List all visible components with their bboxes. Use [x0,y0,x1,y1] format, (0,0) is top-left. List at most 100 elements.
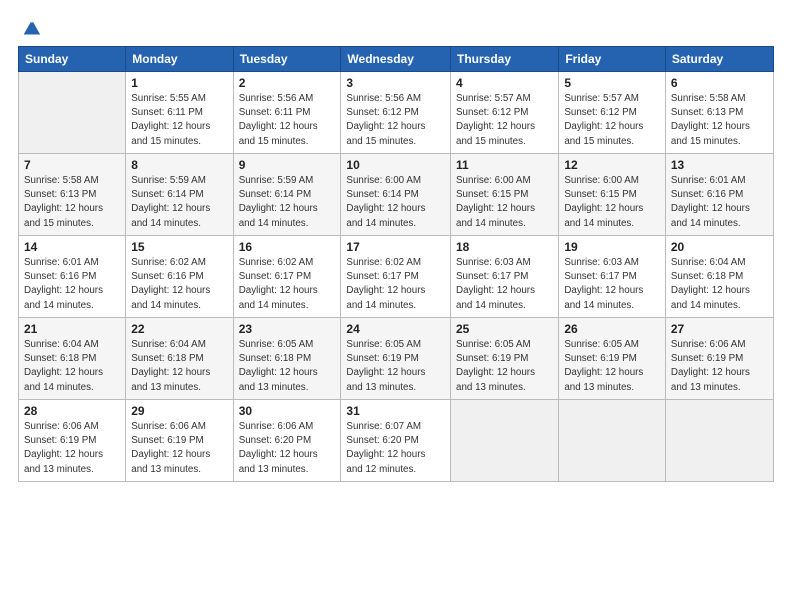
day-info-27: Sunrise: 6:06 AM Sunset: 6:19 PM Dayligh… [671,338,768,395]
day-number-16: 16 [239,240,336,254]
day-info-6: Sunrise: 5:58 AM Sunset: 6:13 PM Dayligh… [671,92,768,149]
day-info-12: Sunrise: 6:00 AM Sunset: 6:15 PM Dayligh… [564,174,660,231]
cell-w0-d4: 4 Sunrise: 5:57 AM Sunset: 6:12 PM Daylig… [451,72,559,154]
cell-w2-d4: 18 Sunrise: 6:03 AM Sunset: 6:17 PM Dayli… [451,236,559,318]
day-number-11: 11 [456,158,553,172]
day-number-24: 24 [346,322,445,336]
header-wednesday: Wednesday [341,47,451,72]
week-row-4: 28 Sunrise: 6:06 AM Sunset: 6:19 PM Dayli… [19,400,774,482]
day-number-18: 18 [456,240,553,254]
week-row-2: 14 Sunrise: 6:01 AM Sunset: 6:16 PM Dayli… [19,236,774,318]
day-info-21: Sunrise: 6:04 AM Sunset: 6:18 PM Dayligh… [24,338,120,395]
cell-w0-d5: 5 Sunrise: 5:57 AM Sunset: 6:12 PM Daylig… [559,72,666,154]
day-number-25: 25 [456,322,553,336]
cell-w1-d0: 7 Sunrise: 5:58 AM Sunset: 6:13 PM Daylig… [19,154,126,236]
day-info-9: Sunrise: 5:59 AM Sunset: 6:14 PM Dayligh… [239,174,336,231]
day-info-5: Sunrise: 5:57 AM Sunset: 6:12 PM Dayligh… [564,92,660,149]
day-info-7: Sunrise: 5:58 AM Sunset: 6:13 PM Dayligh… [24,174,120,231]
cell-w4-d6 [665,400,773,482]
day-number-10: 10 [346,158,445,172]
cell-w0-d6: 6Sunrise: 5:58 AM Sunset: 6:13 PM Daylig… [665,72,773,154]
day-number-31: 31 [346,404,445,418]
week-row-0: 1 Sunrise: 5:55 AM Sunset: 6:11 PM Daylig… [19,72,774,154]
day-info-22: Sunrise: 6:04 AM Sunset: 6:18 PM Dayligh… [131,338,227,395]
cell-w1-d2: 9 Sunrise: 5:59 AM Sunset: 6:14 PM Daylig… [233,154,341,236]
day-number-5: 5 [564,76,660,90]
calendar-table: Sunday Monday Tuesday Wednesday Thursday… [18,46,774,482]
cell-w2-d5: 19Sunrise: 6:03 AM Sunset: 6:17 PM Dayli… [559,236,666,318]
day-number-13: 13 [671,158,768,172]
cell-w4-d0: 28 Sunrise: 6:06 AM Sunset: 6:19 PM Dayli… [19,400,126,482]
day-info-16: Sunrise: 6:02 AM Sunset: 6:17 PM Dayligh… [239,256,336,313]
day-info-29: Sunrise: 6:06 AM Sunset: 6:19 PM Dayligh… [131,420,227,477]
day-number-29: 29 [131,404,227,418]
cell-w0-d3: 3Sunrise: 5:56 AM Sunset: 6:12 PM Daylig… [341,72,451,154]
day-info-4: Sunrise: 5:57 AM Sunset: 6:12 PM Dayligh… [456,92,553,149]
day-number-15: 15 [131,240,227,254]
day-info-25: Sunrise: 6:05 AM Sunset: 6:19 PM Dayligh… [456,338,553,395]
day-info-28: Sunrise: 6:06 AM Sunset: 6:19 PM Dayligh… [24,420,120,477]
cell-w3-d2: 23 Sunrise: 6:05 AM Sunset: 6:18 PM Dayli… [233,318,341,400]
cell-w2-d1: 15Sunrise: 6:02 AM Sunset: 6:16 PM Dayli… [126,236,233,318]
cell-w0-d2: 2Sunrise: 5:56 AM Sunset: 6:11 PM Daylig… [233,72,341,154]
header-friday: Friday [559,47,666,72]
page: Sunday Monday Tuesday Wednesday Thursday… [0,0,792,612]
week-row-3: 21 Sunrise: 6:04 AM Sunset: 6:18 PM Dayli… [19,318,774,400]
cell-w3-d3: 24Sunrise: 6:05 AM Sunset: 6:19 PM Dayli… [341,318,451,400]
day-number-17: 17 [346,240,445,254]
day-number-14: 14 [24,240,120,254]
cell-w1-d5: 12 Sunrise: 6:00 AM Sunset: 6:15 PM Dayli… [559,154,666,236]
day-info-20: Sunrise: 6:04 AM Sunset: 6:18 PM Dayligh… [671,256,768,313]
day-info-11: Sunrise: 6:00 AM Sunset: 6:15 PM Dayligh… [456,174,553,231]
day-info-23: Sunrise: 6:05 AM Sunset: 6:18 PM Dayligh… [239,338,336,395]
logo [18,18,42,36]
day-number-23: 23 [239,322,336,336]
day-info-14: Sunrise: 6:01 AM Sunset: 6:16 PM Dayligh… [24,256,120,313]
day-info-13: Sunrise: 6:01 AM Sunset: 6:16 PM Dayligh… [671,174,768,231]
week-row-1: 7 Sunrise: 5:58 AM Sunset: 6:13 PM Daylig… [19,154,774,236]
cell-w4-d1: 29 Sunrise: 6:06 AM Sunset: 6:19 PM Dayli… [126,400,233,482]
day-info-2: Sunrise: 5:56 AM Sunset: 6:11 PM Dayligh… [239,92,336,149]
header [18,18,774,36]
day-number-7: 7 [24,158,120,172]
day-number-4: 4 [456,76,553,90]
day-number-20: 20 [671,240,768,254]
cell-w2-d6: 20 Sunrise: 6:04 AM Sunset: 6:18 PM Dayli… [665,236,773,318]
day-info-10: Sunrise: 6:00 AM Sunset: 6:14 PM Dayligh… [346,174,445,231]
day-info-26: Sunrise: 6:05 AM Sunset: 6:19 PM Dayligh… [564,338,660,395]
weekday-header-row: Sunday Monday Tuesday Wednesday Thursday… [19,47,774,72]
day-number-27: 27 [671,322,768,336]
cell-w4-d4 [451,400,559,482]
day-info-19: Sunrise: 6:03 AM Sunset: 6:17 PM Dayligh… [564,256,660,313]
cell-w4-d3: 31 Sunrise: 6:07 AM Sunset: 6:20 PM Dayli… [341,400,451,482]
cell-w4-d5 [559,400,666,482]
day-number-22: 22 [131,322,227,336]
day-info-31: Sunrise: 6:07 AM Sunset: 6:20 PM Dayligh… [346,420,445,477]
day-info-1: Sunrise: 5:55 AM Sunset: 6:11 PM Dayligh… [131,92,227,149]
cell-w0-d1: 1 Sunrise: 5:55 AM Sunset: 6:11 PM Daylig… [126,72,233,154]
cell-w2-d3: 17 Sunrise: 6:02 AM Sunset: 6:17 PM Dayli… [341,236,451,318]
logo-icon [20,18,42,40]
day-number-1: 1 [131,76,227,90]
day-number-21: 21 [24,322,120,336]
day-number-9: 9 [239,158,336,172]
day-number-30: 30 [239,404,336,418]
cell-w1-d3: 10 Sunrise: 6:00 AM Sunset: 6:14 PM Dayli… [341,154,451,236]
header-sunday: Sunday [19,47,126,72]
cell-w3-d1: 22 Sunrise: 6:04 AM Sunset: 6:18 PM Dayli… [126,318,233,400]
cell-w4-d2: 30 Sunrise: 6:06 AM Sunset: 6:20 PM Dayli… [233,400,341,482]
cell-w3-d0: 21 Sunrise: 6:04 AM Sunset: 6:18 PM Dayli… [19,318,126,400]
day-info-18: Sunrise: 6:03 AM Sunset: 6:17 PM Dayligh… [456,256,553,313]
cell-w0-d0 [19,72,126,154]
cell-w1-d4: 11 Sunrise: 6:00 AM Sunset: 6:15 PM Dayli… [451,154,559,236]
day-info-17: Sunrise: 6:02 AM Sunset: 6:17 PM Dayligh… [346,256,445,313]
day-info-8: Sunrise: 5:59 AM Sunset: 6:14 PM Dayligh… [131,174,227,231]
cell-w1-d6: 13 Sunrise: 6:01 AM Sunset: 6:16 PM Dayli… [665,154,773,236]
day-info-30: Sunrise: 6:06 AM Sunset: 6:20 PM Dayligh… [239,420,336,477]
cell-w1-d1: 8Sunrise: 5:59 AM Sunset: 6:14 PM Daylig… [126,154,233,236]
cell-w2-d2: 16 Sunrise: 6:02 AM Sunset: 6:17 PM Dayli… [233,236,341,318]
day-number-28: 28 [24,404,120,418]
cell-w2-d0: 14 Sunrise: 6:01 AM Sunset: 6:16 PM Dayli… [19,236,126,318]
day-number-12: 12 [564,158,660,172]
header-saturday: Saturday [665,47,773,72]
